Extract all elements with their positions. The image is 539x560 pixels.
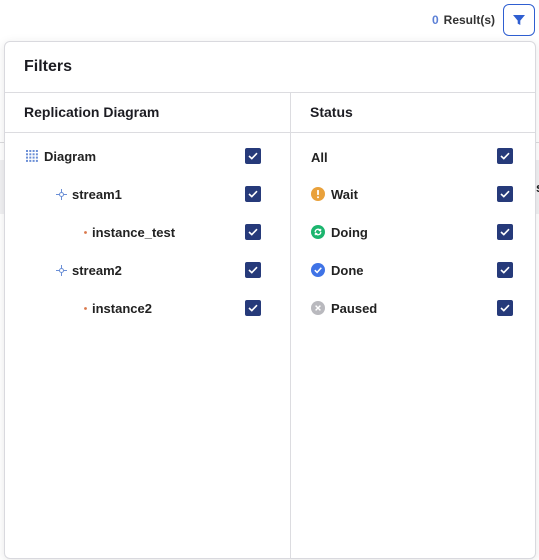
warning-icon xyxy=(311,187,325,201)
refresh-icon xyxy=(311,225,325,239)
filter-item-label: instance2 xyxy=(92,300,152,316)
title-divider xyxy=(5,92,535,93)
checkbox-stream2[interactable] xyxy=(245,262,261,278)
checkbox-wait[interactable] xyxy=(497,186,513,202)
x-circle-icon xyxy=(311,301,325,315)
result-summary: 0 Result(s) xyxy=(432,12,495,28)
filter-icon xyxy=(512,13,526,27)
checkbox-done[interactable] xyxy=(497,262,513,278)
filter-button[interactable] xyxy=(503,4,535,36)
status-item-wait[interactable]: Wait xyxy=(311,184,358,204)
checkbox-instance-test[interactable] xyxy=(245,224,261,240)
dot-icon xyxy=(83,306,87,310)
status-item-paused[interactable]: Paused xyxy=(311,298,377,318)
filter-item-label: stream1 xyxy=(72,186,122,202)
stream-node-icon xyxy=(55,264,67,276)
status-item-label: Doing xyxy=(331,224,368,240)
status-item-all[interactable]: All xyxy=(311,147,328,167)
status-item-doing[interactable]: Doing xyxy=(311,222,368,242)
filter-item-label: Diagram xyxy=(44,148,97,164)
dot-icon xyxy=(83,230,87,234)
checkbox-stream1[interactable] xyxy=(245,186,261,202)
status-item-label: Paused xyxy=(331,300,378,316)
status-header: Status xyxy=(310,104,353,120)
header-divider xyxy=(5,132,535,133)
column-divider xyxy=(290,92,291,558)
filter-item-label: instance_test xyxy=(92,224,176,240)
status-item-done[interactable]: Done xyxy=(311,260,364,280)
grid-dots-icon xyxy=(25,150,39,162)
status-item-label: Wait xyxy=(331,186,358,202)
panel-title: Filters xyxy=(24,58,73,75)
checkbox-doing[interactable] xyxy=(497,224,513,240)
checkbox-diagram[interactable] xyxy=(245,148,261,164)
status-item-label: All xyxy=(311,149,328,165)
status-item-label: Done xyxy=(331,262,364,278)
filter-item-label: stream2 xyxy=(72,262,122,278)
result-label: Result(s) xyxy=(443,13,495,27)
checkbox-paused[interactable] xyxy=(497,300,513,316)
filter-item-stream1[interactable]: stream1 xyxy=(55,184,122,204)
check-circle-icon xyxy=(311,263,325,277)
checkbox-instance2[interactable] xyxy=(245,300,261,316)
filter-item-stream2[interactable]: stream2 xyxy=(55,260,122,280)
replication-diagram-header: Replication Diagram xyxy=(24,104,160,120)
stream-node-icon xyxy=(55,188,67,200)
result-count: 0 xyxy=(431,13,439,27)
filter-item-diagram[interactable]: Diagram xyxy=(25,146,96,166)
filter-item-instance2[interactable]: instance2 xyxy=(83,298,152,318)
filters-panel: Filters Replication Diagram Status Diagr… xyxy=(4,41,536,559)
filter-item-instance-test[interactable]: instance_test xyxy=(83,222,175,242)
checkbox-all[interactable] xyxy=(497,148,513,164)
